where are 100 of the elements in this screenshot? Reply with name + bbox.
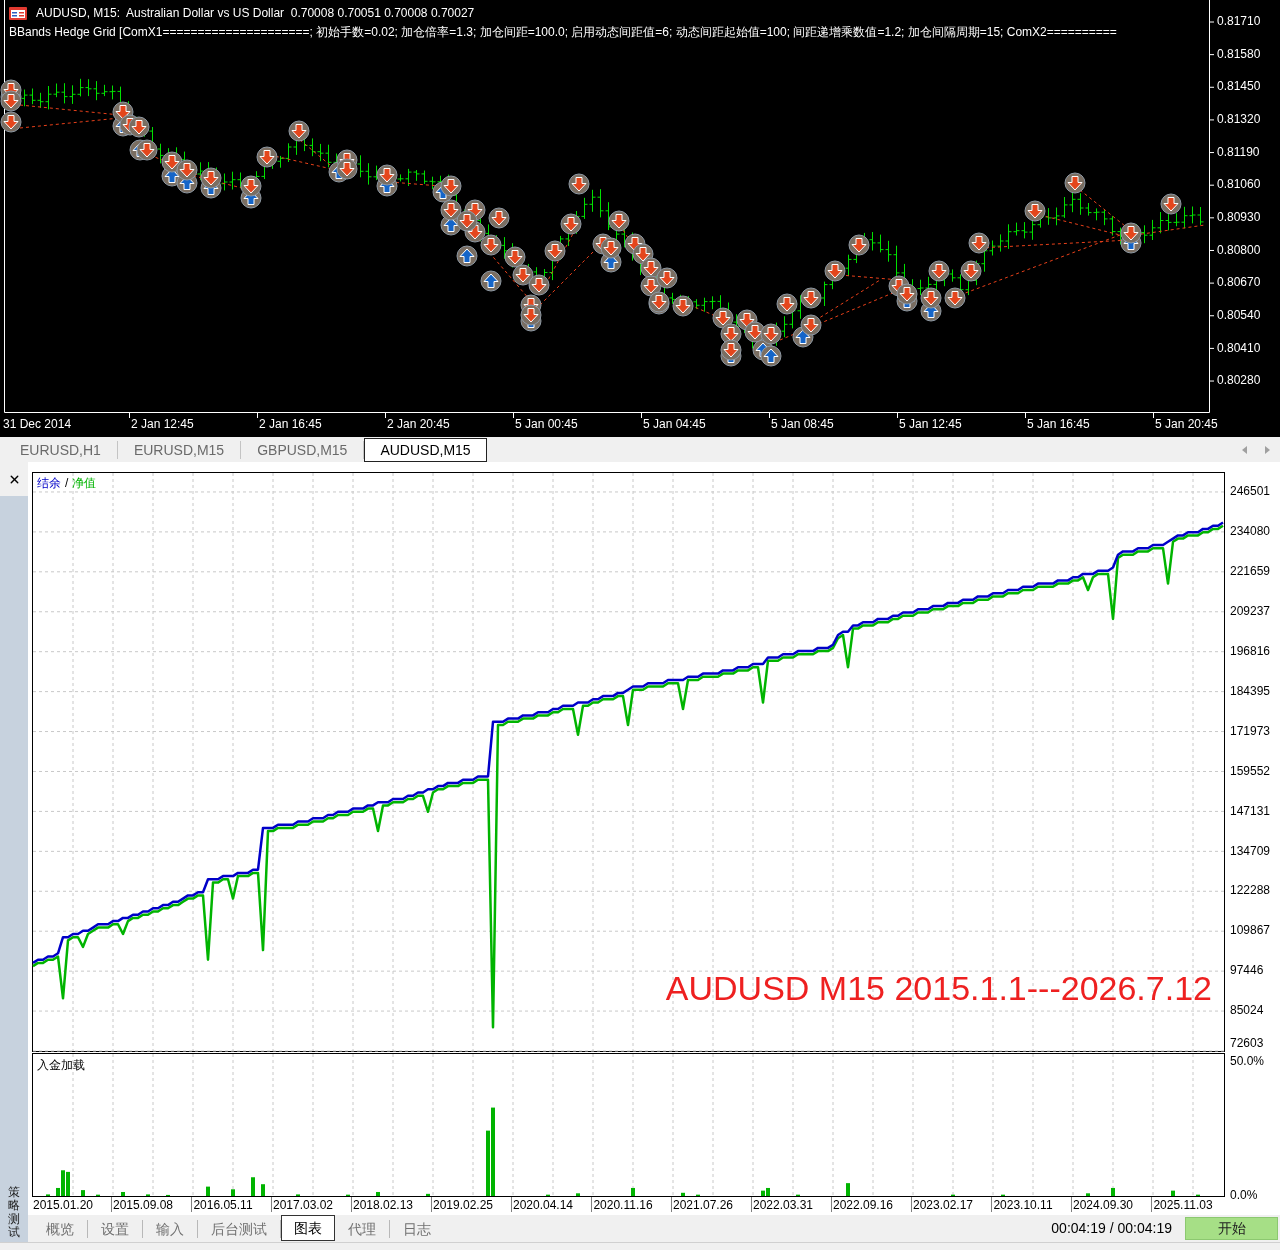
chart-bar bbox=[631, 1187, 635, 1196]
down-arrow-marker-icon bbox=[920, 287, 942, 309]
chart-bar bbox=[846, 1183, 850, 1196]
x-axis-label: 2018.02.13 bbox=[352, 1198, 414, 1212]
price-axis-label: 0.80930 bbox=[1217, 210, 1261, 224]
down-arrow-marker-icon bbox=[440, 199, 462, 221]
scroll-left-icon[interactable] bbox=[1242, 445, 1247, 454]
time-axis-label: 2 Jan 16:45 bbox=[259, 417, 322, 431]
chart-bar bbox=[1171, 1190, 1175, 1196]
y-axis-label: 0.0% bbox=[1230, 1188, 1258, 1203]
y-axis-label: 85024 bbox=[1230, 1003, 1264, 1018]
down-arrow-marker-icon bbox=[560, 213, 582, 235]
down-arrow-marker-icon bbox=[128, 116, 150, 138]
tester-tab[interactable]: 日志 bbox=[390, 1219, 444, 1238]
down-arrow-marker-icon bbox=[848, 234, 870, 256]
price-axis-label: 0.80410 bbox=[1217, 340, 1261, 355]
y-axis-label: 159552 bbox=[1230, 763, 1271, 778]
x-axis-label: 2016.05.11 bbox=[193, 1198, 253, 1212]
time-axis-label: 2 Jan 12:45 bbox=[131, 417, 194, 431]
chart-bar bbox=[576, 1193, 580, 1196]
price-axis-label: 0.81190 bbox=[1217, 144, 1260, 159]
tester-tab[interactable]: 设置 bbox=[88, 1219, 143, 1238]
down-arrow-marker-icon bbox=[928, 260, 950, 282]
down-arrow-marker-icon bbox=[336, 158, 358, 180]
x-axis-label: 2023.10.11 bbox=[993, 1198, 1053, 1212]
down-arrow-marker-icon bbox=[440, 175, 462, 197]
time-axis-label: 5 Jan 04:45 bbox=[643, 417, 706, 431]
x-axis-label: 2015.09.08 bbox=[112, 1198, 174, 1212]
y-axis-label: 122288 bbox=[1230, 883, 1271, 898]
down-arrow-marker-icon bbox=[136, 139, 158, 161]
down-arrow-marker-icon bbox=[1064, 172, 1086, 194]
panel-title: 策略测试 bbox=[8, 1186, 20, 1239]
chart-bar bbox=[206, 1186, 210, 1196]
down-arrow-marker-icon bbox=[568, 173, 590, 195]
down-arrow-marker-icon bbox=[176, 159, 198, 181]
down-arrow-marker-icon bbox=[800, 314, 822, 336]
down-arrow-marker-icon bbox=[944, 287, 966, 309]
down-arrow-marker-icon bbox=[456, 210, 478, 232]
tester-tab[interactable]: 概览 bbox=[33, 1219, 88, 1238]
tester-tab[interactable]: 代理 bbox=[335, 1219, 390, 1238]
chart-title: 入金加载 bbox=[37, 1058, 85, 1072]
y-axis-label: 72603 bbox=[1230, 1036, 1264, 1051]
tester-tab[interactable]: 输入 bbox=[143, 1219, 198, 1238]
legend-label: 结余 bbox=[37, 476, 61, 490]
x-axis-label: 2020.04.14 bbox=[512, 1198, 574, 1212]
chart-tab[interactable]: AUDUSD,M15 bbox=[364, 438, 487, 462]
down-arrow-marker-icon bbox=[544, 240, 566, 262]
legend-separator: / bbox=[65, 476, 69, 490]
y-axis-label: 246501 bbox=[1230, 484, 1271, 499]
y-axis-label: 109867 bbox=[1230, 923, 1271, 938]
chart-bar bbox=[81, 1190, 85, 1196]
down-arrow-marker-icon bbox=[760, 323, 782, 345]
y-axis-label: 221659 bbox=[1230, 564, 1271, 578]
y-axis-label: 234080 bbox=[1230, 524, 1271, 539]
y-axis-label: 97446 bbox=[1230, 963, 1264, 978]
down-arrow-marker-icon bbox=[1120, 222, 1142, 244]
tester-tab[interactable]: 图表 bbox=[281, 1215, 335, 1241]
down-arrow-marker-icon bbox=[968, 232, 990, 254]
price-axis-label: 0.80670 bbox=[1217, 275, 1261, 290]
price-axis-label: 0.80280 bbox=[1217, 373, 1261, 388]
indicator-parameters: BBands Hedge Grid [ComX1=====================; 初始手数=0.02; 加仓倍率=1.3; 加仓间距=100.0; 启用动态间距值=6; 动态间距起始值=100; 间距递增乘数值=1.2; 加仓间隔周期=15; ComX2========== bbox=[9, 25, 1117, 39]
chart-bar bbox=[1111, 1187, 1115, 1196]
x-axis-label: 2015.01.20 bbox=[32, 1198, 94, 1212]
down-arrow-marker-icon bbox=[824, 260, 846, 282]
x-axis-label: 2017.03.02 bbox=[272, 1198, 334, 1212]
y-axis-label: 134709 bbox=[1230, 843, 1271, 858]
start-button[interactable]: 开始 bbox=[1185, 1217, 1278, 1240]
x-axis-label: 2022.03.31 bbox=[752, 1198, 814, 1212]
x-axis-label: 2024.09.30 bbox=[1072, 1198, 1134, 1212]
x-axis-label: 2025.11.03 bbox=[1153, 1198, 1213, 1212]
down-arrow-marker-icon bbox=[1160, 193, 1182, 215]
chart-bar bbox=[251, 1177, 255, 1196]
scroll-right-icon[interactable] bbox=[1265, 445, 1270, 454]
time-axis-label: 31 Dec 2014 bbox=[3, 417, 72, 431]
price-axis-label: 0.81060 bbox=[1217, 177, 1261, 192]
y-axis-label: 184395 bbox=[1230, 683, 1271, 698]
price-axis-label: 0.81580 bbox=[1217, 46, 1261, 61]
chart-bar bbox=[1086, 1193, 1090, 1196]
price-axis-label: 0.80800 bbox=[1217, 242, 1261, 257]
down-arrow-marker-icon bbox=[240, 175, 262, 197]
down-arrow-marker-icon bbox=[488, 207, 510, 229]
up-arrow-marker-icon bbox=[760, 345, 782, 367]
x-axis-label: 2023.02.17 bbox=[912, 1198, 974, 1212]
x-axis-label: 2022.09.16 bbox=[832, 1198, 894, 1212]
price-axis-label: 0.81320 bbox=[1217, 112, 1261, 127]
chart-tab[interactable]: EURUSD,H1 bbox=[4, 440, 118, 459]
y-axis-label: 196816 bbox=[1230, 643, 1271, 658]
up-arrow-marker-icon bbox=[480, 270, 502, 292]
symbol-title: AUDUSD, M15: Australian Dollar vs US Dollar 0.70008 0.70051 0.70008 0.70027 bbox=[36, 6, 475, 20]
y-axis-label: 171973 bbox=[1230, 723, 1271, 738]
time-axis-label: 5 Jan 16:45 bbox=[1027, 417, 1090, 431]
down-arrow-marker-icon bbox=[656, 267, 678, 289]
elapsed-time: 00:04:19 / 00:04:19 bbox=[1051, 1219, 1172, 1238]
chart-tab[interactable]: EURUSD,M15 bbox=[117, 440, 242, 459]
down-arrow-marker-icon bbox=[720, 339, 742, 361]
x-axis-label: 2020.11.16 bbox=[593, 1198, 653, 1212]
down-arrow-marker-icon bbox=[960, 260, 982, 282]
down-arrow-marker-icon bbox=[608, 210, 630, 232]
price-axis-label: 0.80540 bbox=[1217, 307, 1261, 322]
down-arrow-marker-icon bbox=[504, 246, 526, 268]
